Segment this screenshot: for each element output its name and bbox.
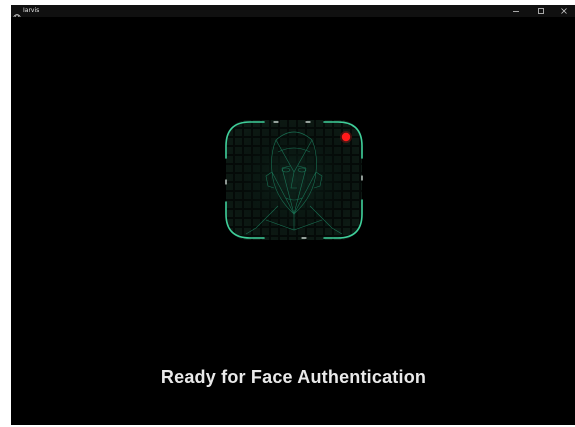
app-window: Iarvis Ready for Face Authentication xyxy=(11,5,575,425)
close-icon xyxy=(560,7,568,15)
main-content: Ready for Face Authentication xyxy=(11,17,575,425)
minimize-icon xyxy=(512,7,520,15)
window-title: Iarvis xyxy=(23,7,40,14)
minimize-button[interactable] xyxy=(504,5,528,17)
face-scanner xyxy=(216,110,372,250)
maximize-icon xyxy=(537,7,545,15)
face-scan-icon xyxy=(225,120,363,240)
maximize-button[interactable] xyxy=(529,5,553,17)
globe-icon xyxy=(13,7,21,22)
title-bar[interactable]: Iarvis xyxy=(11,5,575,22)
status-message: Ready for Face Authentication xyxy=(160,367,427,387)
close-button[interactable] xyxy=(552,5,575,17)
